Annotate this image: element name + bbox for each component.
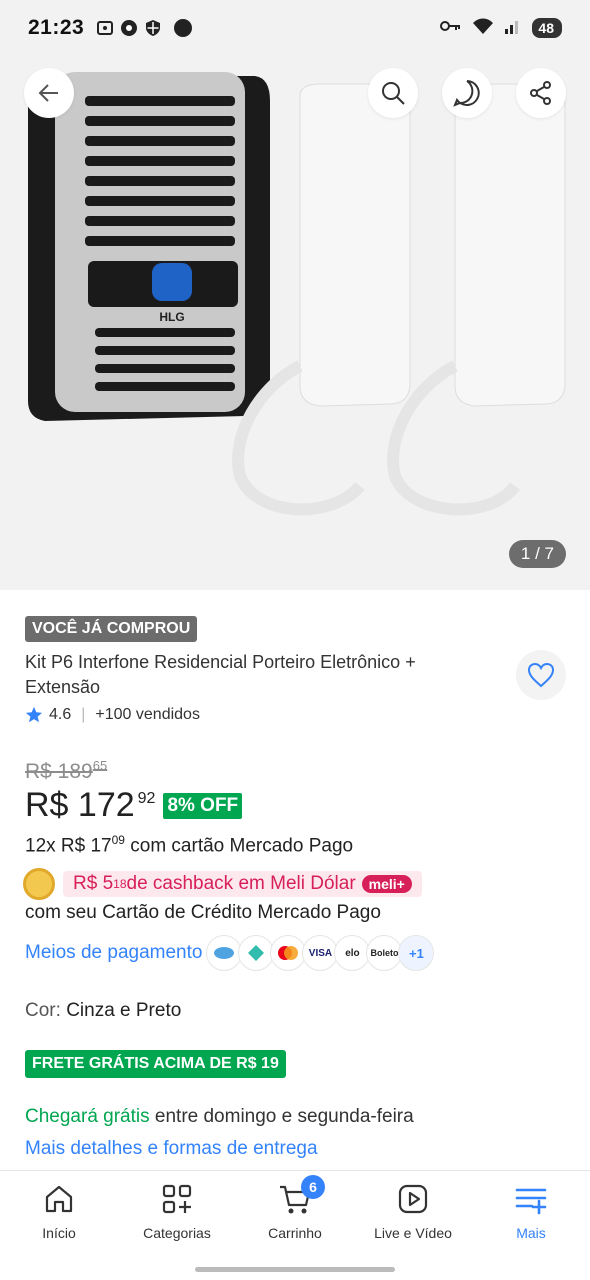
mercado-pago-icon [206,935,243,971]
current-price: R$ 172 92 8% OFF [25,786,243,825]
wifi-icon [472,17,494,40]
nav-more-label: Mais [516,1225,546,1241]
pix-icon [238,935,275,971]
back-arrow-icon [38,84,58,102]
whatsapp-share-button[interactable] [442,68,492,118]
product-image: HLG [28,72,566,516]
rating-value: 4.6 [49,706,72,723]
shield-icon [144,19,162,37]
back-button[interactable] [24,68,74,118]
payment-methods-row[interactable]: Meios de pagamento VISA elo Boleto +1 [25,935,435,971]
nav-categories-label: Categorias [143,1225,211,1241]
ball-icon [120,19,138,37]
signal-icon [504,17,522,40]
boleto-icon: Boleto [366,935,403,971]
menu-plus-icon [515,1188,547,1215]
product-image-gallery[interactable]: HLG 1 / 7 [0,56,590,590]
system-icons: 48 [440,17,562,40]
purchased-badge: VOCÊ JÁ COMPROU [25,616,198,642]
rating-row[interactable]: 4.6 | +100 vendidos [25,706,200,724]
meli-plus-tag: meli+ [361,875,412,893]
free-shipping-badge: FRETE GRÁTIS ACIMA DE R$ 19 [25,1050,286,1078]
nav-cart[interactable]: 6 Carrinho [240,1175,350,1241]
star-icon [25,706,43,723]
price-cents: 92 [137,790,156,807]
status-bar: 21:23 48 [0,0,590,56]
installments-text: 12x R$ 1709 com cartão Mercado Pago [25,833,354,857]
more-notifications-dot [174,19,193,37]
credit-card-text: com seu Cartão de Crédito Mercado Pago [25,902,381,923]
heart-icon [527,662,555,688]
color-selection: Cor: Cinza e Preto [25,1000,182,1021]
play-icon [398,1184,428,1214]
delivery-estimate: Chegará grátis entre domingo e segunda-f… [25,1106,414,1127]
product-title: Kit P6 Interfone Residencial Porteiro El… [25,652,416,697]
nav-categories[interactable]: Categorias [122,1183,232,1241]
price-main: R$ 172 [25,786,135,824]
nav-home-label: Início [42,1225,76,1241]
payment-methods-link[interactable]: Meios de pagamento [25,942,202,964]
share-button[interactable] [516,68,566,118]
home-indicator [195,1267,395,1272]
notification-icons [96,19,193,37]
cashback-row[interactable]: R$ 5 18 de cashback em Meli Dólar meli+ [23,868,422,900]
mastercard-icon [270,935,307,971]
coin-icon [23,868,55,900]
sold-count: +100 vendidos [95,706,200,723]
divider: | [81,706,86,723]
cashback-pill: R$ 5 18 de cashback em Meli Dólar meli+ [63,871,422,897]
nav-home[interactable]: Início [4,1183,114,1241]
image-counter: 1 / 7 [508,540,566,568]
search-icon [382,82,405,105]
brand-mark: HLG [159,310,184,324]
share-icon [530,81,551,105]
visa-icon: VISA [302,935,339,971]
clock: 21:23 [28,16,85,39]
bottom-navigation: Início Categorias 6 Carrinho Live e Víde… [0,1170,590,1280]
whatsapp-icon [453,80,480,107]
discount-badge: 8% OFF [163,793,243,819]
screenshot-icon [96,19,114,37]
cart-count-badge: 6 [301,1175,325,1199]
nav-more[interactable]: Mais [476,1183,586,1241]
nav-live-video[interactable]: Live e Vídeo [358,1183,468,1241]
favorite-button[interactable] [516,650,566,700]
elo-icon: elo [334,935,371,971]
old-price: R$ 18965 [25,758,108,783]
key-icon [440,19,462,38]
categories-icon [162,1184,192,1214]
more-payment-methods[interactable]: +1 [398,935,435,971]
battery-indicator: 48 [532,18,562,38]
home-icon [45,1185,73,1213]
nav-live-video-label: Live e Vídeo [374,1225,452,1241]
search-button[interactable] [368,68,418,118]
nav-cart-label: Carrinho [268,1225,322,1241]
delivery-details-link[interactable]: Mais detalhes e formas de entrega [25,1138,318,1160]
